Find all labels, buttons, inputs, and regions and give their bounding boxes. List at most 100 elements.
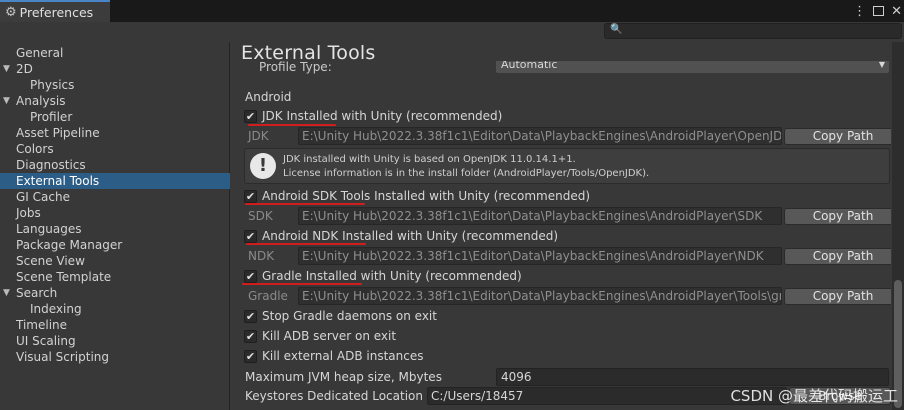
kill-external-adb-label: Kill external ADB instances bbox=[262, 349, 424, 363]
keystore-label: Keystores Dedicated Location bbox=[245, 389, 423, 403]
info-icon: ! bbox=[250, 153, 276, 179]
sidebar-item-jobs[interactable]: Jobs bbox=[0, 205, 230, 221]
preferences-tab[interactable]: ⚙ Preferences bbox=[0, 0, 110, 22]
sidebar-item-asset-pipeline[interactable]: Asset Pipeline bbox=[0, 125, 230, 141]
main-panel: Profile Type: Automatic ▼ External Tools… bbox=[231, 42, 891, 410]
annotation-underline bbox=[245, 203, 365, 205]
jdk-path-field: E:\Unity Hub\2022.3.38f1c1\Editor\Data\P… bbox=[298, 127, 782, 145]
expand-arrow-icon[interactable]: ▼ bbox=[3, 285, 10, 301]
watermark: CSDN @最差代码搬运工 bbox=[730, 387, 898, 405]
kill-external-adb-row[interactable]: ✔ Kill external ADB instances bbox=[244, 348, 423, 364]
sdk-installed-row[interactable]: ✔ Android SDK Tools Installed with Unity… bbox=[244, 188, 590, 204]
jdk-installed-checkbox[interactable]: ✔ bbox=[244, 109, 257, 123]
gradle-path-label: Gradle bbox=[248, 289, 288, 303]
sidebar-item-diagnostics[interactable]: Diagnostics bbox=[0, 157, 230, 173]
kill-adb-server-checkbox[interactable]: ✔ bbox=[244, 329, 257, 343]
ndk-path-row: NDK E:\Unity Hub\2022.3.38f1c1\Editor\Da… bbox=[244, 247, 891, 265]
info-text-line1: JDK installed with Unity is based on Ope… bbox=[283, 154, 576, 165]
sidebar-item-label: Search bbox=[16, 286, 58, 300]
sidebar-item-label: Jobs bbox=[16, 206, 41, 220]
sidebar-item-label: Profiler bbox=[30, 110, 73, 124]
jdk-path-row: JDK E:\Unity Hub\2022.3.38f1c1\Editor\Da… bbox=[244, 127, 891, 145]
sdk-installed-label: Android SDK Tools Installed with Unity (… bbox=[262, 189, 591, 203]
sidebar-item-search[interactable]: ▼ Search bbox=[0, 285, 230, 301]
sidebar-item-label: Colors bbox=[16, 142, 54, 156]
stop-gradle-daemons-row[interactable]: ✔ Stop Gradle daemons on exit bbox=[244, 308, 437, 324]
sidebar-item-label: GI Cache bbox=[16, 190, 70, 204]
main-scrollbar[interactable] bbox=[892, 42, 904, 410]
gradle-copy-path-button[interactable]: Copy Path bbox=[784, 288, 891, 305]
menu-icon[interactable]: ⋮ bbox=[853, 4, 866, 19]
expand-arrow-icon[interactable]: ▼ bbox=[3, 93, 10, 109]
sidebar-item-label: Diagnostics bbox=[16, 158, 86, 172]
sidebar-item-colors[interactable]: Colors bbox=[0, 141, 230, 157]
ndk-installed-label: Android NDK Installed with Unity (recomm… bbox=[262, 229, 559, 243]
sidebar-item-label: Timeline bbox=[16, 318, 68, 332]
page-title: External Tools bbox=[241, 42, 376, 64]
sidebar-item-visual-scripting[interactable]: Visual Scripting bbox=[0, 349, 230, 365]
sidebar-item-languages[interactable]: Languages bbox=[0, 221, 230, 237]
annotation-underline bbox=[242, 283, 362, 285]
close-icon[interactable]: ✕ bbox=[891, 4, 902, 19]
gradle-path-row: Gradle E:\Unity Hub\2022.3.38f1c1\Editor… bbox=[244, 287, 891, 305]
sidebar-item-label: UI Scaling bbox=[16, 334, 76, 348]
kill-adb-server-label: Kill ADB server on exit bbox=[262, 329, 397, 343]
info-text-line2: License information is in the install fo… bbox=[283, 168, 650, 179]
sidebar-item-scene-template[interactable]: Scene Template bbox=[0, 269, 230, 285]
gear-icon: ⚙ bbox=[5, 4, 17, 20]
gradle-installed-checkbox[interactable]: ✔ bbox=[244, 269, 257, 283]
jdk-installed-row[interactable]: ✔ JDK Installed with Unity (recommended) bbox=[244, 108, 502, 124]
sidebar-item-external-tools[interactable]: External Tools bbox=[0, 173, 230, 189]
annotation-underline bbox=[248, 124, 336, 126]
jvm-heap-label: Maximum JVM heap size, Mbytes bbox=[245, 370, 442, 384]
sidebar-item-label: Physics bbox=[30, 78, 75, 92]
jdk-info-box: ! JDK installed with Unity is based on O… bbox=[244, 148, 890, 184]
annotation-underline bbox=[246, 243, 366, 245]
kill-external-adb-checkbox[interactable]: ✔ bbox=[244, 349, 257, 363]
search-icon: 🔍 bbox=[610, 24, 623, 35]
sidebar-item-label: Visual Scripting bbox=[16, 350, 109, 364]
search-input[interactable]: 🔍 bbox=[604, 23, 902, 39]
ndk-installed-row[interactable]: ✔ Android NDK Installed with Unity (reco… bbox=[244, 228, 558, 244]
jdk-path-label: JDK bbox=[248, 129, 269, 143]
sdk-copy-path-button[interactable]: Copy Path bbox=[784, 208, 891, 225]
expand-arrow-icon[interactable]: ▼ bbox=[3, 61, 10, 77]
sidebar-item-profiler[interactable]: Profiler bbox=[0, 109, 230, 125]
ndk-copy-path-button[interactable]: Copy Path bbox=[784, 248, 891, 265]
gradle-installed-row[interactable]: ✔ Gradle Installed with Unity (recommend… bbox=[244, 268, 522, 284]
gradle-installed-label: Gradle Installed with Unity (recommended… bbox=[262, 269, 522, 283]
sidebar-item-scene-view[interactable]: Scene View bbox=[0, 253, 230, 269]
stop-gradle-daemons-checkbox[interactable]: ✔ bbox=[244, 309, 257, 323]
ndk-installed-checkbox[interactable]: ✔ bbox=[244, 229, 257, 243]
sidebar-item-label: Indexing bbox=[30, 302, 82, 316]
sidebar-item-ui-scaling[interactable]: UI Scaling bbox=[0, 333, 230, 349]
sidebar-item-label: Asset Pipeline bbox=[16, 126, 100, 140]
sidebar-item-package-manager[interactable]: Package Manager bbox=[0, 237, 230, 253]
jdk-installed-label: JDK Installed with Unity (recommended) bbox=[262, 109, 503, 123]
ndk-path-field: E:\Unity Hub\2022.3.38f1c1\Editor\Data\P… bbox=[298, 247, 782, 265]
sidebar-item-label: Scene View bbox=[16, 254, 85, 268]
sidebar-item-label: Scene Template bbox=[16, 270, 112, 284]
sdk-installed-checkbox[interactable]: ✔ bbox=[244, 189, 257, 203]
jdk-copy-path-button[interactable]: Copy Path bbox=[784, 128, 891, 145]
jvm-heap-input[interactable]: 4096 bbox=[496, 368, 889, 386]
sidebar-item-2d[interactable]: ▼ 2D bbox=[0, 61, 230, 77]
sidebar-item-label: External Tools bbox=[16, 174, 100, 188]
tab-title: Preferences bbox=[19, 4, 94, 20]
sidebar-item-general[interactable]: General bbox=[0, 45, 230, 61]
sidebar-item-label: General bbox=[16, 46, 64, 60]
sidebar-item-timeline[interactable]: Timeline bbox=[0, 317, 230, 333]
search-row: 🔍 bbox=[0, 22, 904, 42]
profile-type-dropdown[interactable]: Automatic ▼ bbox=[496, 59, 889, 73]
sidebar-item-gi-cache[interactable]: GI Cache bbox=[0, 189, 230, 205]
sidebar-item-analysis[interactable]: ▼ Analysis bbox=[0, 93, 230, 109]
gradle-path-field: E:\Unity Hub\2022.3.38f1c1\Editor\Data\P… bbox=[298, 287, 782, 305]
kill-adb-server-row[interactable]: ✔ Kill ADB server on exit bbox=[244, 328, 396, 344]
android-section-header: Android bbox=[245, 90, 292, 104]
maximize-icon[interactable] bbox=[873, 6, 885, 16]
ndk-path-label: NDK bbox=[248, 249, 275, 263]
sidebar-item-physics[interactable]: Physics bbox=[0, 77, 230, 93]
sidebar-item-indexing[interactable]: Indexing bbox=[0, 301, 230, 317]
sdk-path-field: E:\Unity Hub\2022.3.38f1c1\Editor\Data\P… bbox=[298, 207, 782, 225]
sidebar-item-label: Languages bbox=[16, 222, 82, 236]
